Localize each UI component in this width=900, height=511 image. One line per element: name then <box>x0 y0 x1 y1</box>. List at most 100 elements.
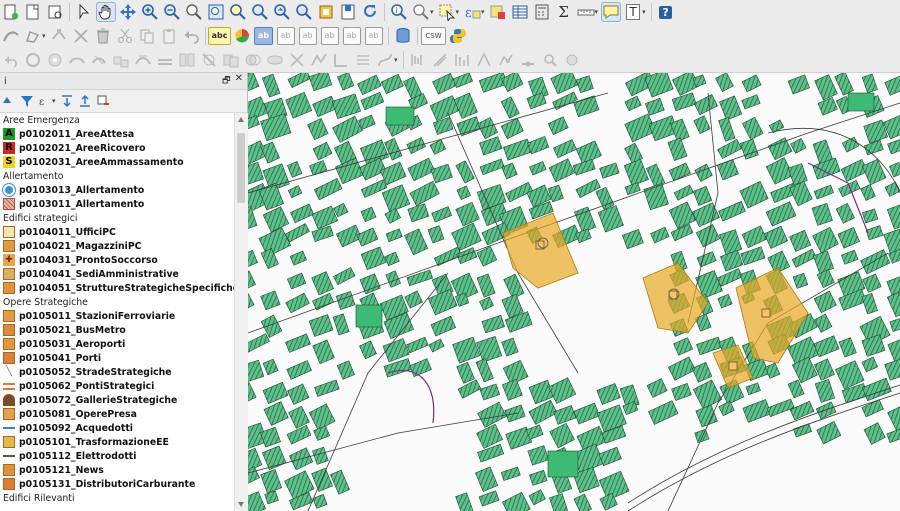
layer-group-item[interactable]: Edifici strategici <box>0 211 234 225</box>
layer-group-item[interactable]: Opere Strategiche <box>0 295 234 309</box>
layer-group-item[interactable]: Edifici Rilevanti <box>0 491 234 505</box>
snap-area-icon[interactable] <box>562 50 582 70</box>
snap-vertex-icon[interactable] <box>496 50 516 70</box>
delete-ring-icon[interactable] <box>89 50 109 70</box>
copy-icon[interactable] <box>137 26 157 46</box>
layer-item[interactable]: p0105092_Acquedotti <box>0 421 234 435</box>
cut-icon[interactable] <box>115 26 135 46</box>
layer-item[interactable]: p0104041_SediAmministrative <box>0 267 234 281</box>
statistics-sigma-icon[interactable]: Σ <box>554 2 574 22</box>
layer-item[interactable]: p0105081_OperePresa <box>0 407 234 421</box>
layer-item[interactable]: ✚ p0104031_ProntoSoccorso <box>0 253 234 267</box>
align-center-icon[interactable] <box>430 50 450 70</box>
snap-intersection-icon[interactable] <box>540 50 560 70</box>
float-panel-icon[interactable]: 🗗 <box>222 73 230 89</box>
layer-item[interactable]: p0104011_UfficiPC <box>0 225 234 239</box>
layer-item[interactable]: p0105112_Elettrodotti <box>0 449 234 463</box>
map-tips-icon[interactable] <box>316 2 336 22</box>
new-bookmark-icon[interactable] <box>338 2 358 22</box>
layer-item[interactable]: p0105041_Porti <box>0 351 234 365</box>
offset-curve-icon[interactable] <box>155 50 175 70</box>
layer-group-item[interactable]: Allertamento <box>0 169 234 183</box>
dropdown-arrow-icon[interactable]: ▾ <box>642 8 646 16</box>
select-by-expression-icon[interactable]: ε <box>462 2 482 22</box>
layer-item[interactable]: p0105101_TrasformazioneEE <box>0 435 234 449</box>
layer-item[interactable]: p0104051_StruttureStrategicheSpecifiche <box>0 281 234 295</box>
layer-item[interactable]: Ap0102011_AreeAttesa <box>0 127 234 141</box>
reshape-icon[interactable] <box>133 50 153 70</box>
layer-group-item[interactable]: Aree Emergenza <box>0 113 234 127</box>
align-top-icon[interactable] <box>474 50 494 70</box>
csw-icon[interactable]: CSW <box>421 26 446 46</box>
scrollbar-thumb[interactable] <box>237 133 245 203</box>
refresh-icon[interactable] <box>360 2 380 22</box>
layer-item[interactable]: p0105031_Aeroporti <box>0 337 234 351</box>
rotate-feature-icon[interactable] <box>287 50 307 70</box>
print-layout-icon[interactable] <box>45 2 65 22</box>
undo-icon[interactable] <box>181 26 201 46</box>
simplify-icon[interactable] <box>309 50 329 70</box>
zoom-native-icon[interactable] <box>184 2 204 22</box>
layer-item[interactable]: p0105121_News <box>0 463 234 477</box>
offset-point-icon[interactable] <box>331 50 351 70</box>
layer-item[interactable]: p0105072_GallerieStrategiche <box>0 393 234 407</box>
add-part-icon[interactable] <box>45 50 65 70</box>
field-calculator-icon[interactable] <box>532 2 552 22</box>
layer-item[interactable]: ╲ p0105052_StradeStrategiche <box>0 365 234 379</box>
zoom-next-icon[interactable] <box>294 2 314 22</box>
dropdown-arrow-icon[interactable]: ▾ <box>52 97 56 105</box>
delete-part-icon[interactable] <box>111 50 131 70</box>
collapse-all-icon[interactable] <box>77 93 93 109</box>
delete-selected-icon[interactable] <box>93 26 113 46</box>
db-manager-icon[interactable] <box>393 26 413 46</box>
dropdown-arrow-icon[interactable]: ▾ <box>430 8 434 16</box>
select-features-icon[interactable] <box>437 2 457 22</box>
snap-segment-icon[interactable] <box>518 50 538 70</box>
add-ring-icon[interactable] <box>23 50 43 70</box>
layer-item[interactable]: p0104021_MagazziniPC <box>0 239 234 253</box>
new-project-icon[interactable] <box>1 2 21 22</box>
label-pin-icon[interactable]: ab <box>253 26 274 46</box>
filter-expression-icon[interactable]: ε <box>37 93 53 109</box>
dropdown-arrow-icon[interactable]: ▾ <box>42 32 46 40</box>
trim-extend-icon[interactable] <box>353 50 373 70</box>
select-arrow-icon[interactable] <box>74 2 94 22</box>
measure-line-icon[interactable] <box>576 2 596 22</box>
layer-item[interactable]: Sp0102031_AreeAmmassamento <box>0 155 234 169</box>
layer-item[interactable]: p0105011_StazioniFerroviarie <box>0 309 234 323</box>
pan-hand-icon[interactable] <box>96 2 116 22</box>
label-change-icon[interactable]: ab <box>342 26 362 46</box>
close-panel-icon[interactable]: ✕ <box>235 73 243 89</box>
expand-all-icon[interactable] <box>59 93 75 109</box>
paste-icon[interactable] <box>159 26 179 46</box>
spline-icon[interactable] <box>375 50 395 70</box>
zoom-last-icon[interactable] <box>272 2 292 22</box>
layer-item[interactable]: p0103011_Allertamento <box>0 197 234 211</box>
dropdown-arrow-icon[interactable]: ▾ <box>456 8 460 16</box>
zoom-selection-icon[interactable] <box>228 2 248 22</box>
zoom-out-icon[interactable] <box>162 2 182 22</box>
diagram-icon[interactable] <box>232 26 252 46</box>
dropdown-arrow-icon[interactable]: ▾ <box>595 8 599 16</box>
attribute-table-icon[interactable] <box>510 2 530 22</box>
python-console-icon[interactable] <box>448 26 468 46</box>
layer-item[interactable]: p0105021_BusMetro <box>0 323 234 337</box>
rotate-symbols-icon[interactable] <box>265 50 285 70</box>
pan-to-selection-icon[interactable] <box>118 2 138 22</box>
layer-item[interactable]: p0105062_PontiStrategici <box>0 379 234 393</box>
layer-item[interactable]: Rp0102021_AreeRicovero <box>0 141 234 155</box>
help-icon[interactable]: ? <box>656 2 676 22</box>
filter-legend-icon[interactable] <box>19 93 35 109</box>
layer-style-icon[interactable] <box>1 93 17 109</box>
vertex-tool-icon[interactable] <box>49 26 69 46</box>
layer-item[interactable]: p0105131_DistributoriCarburante <box>0 477 234 491</box>
map-tips-toggle-icon[interactable] <box>601 2 622 22</box>
move-feature-icon[interactable] <box>71 26 91 46</box>
dropdown-arrow-icon[interactable]: ▾ <box>481 8 485 16</box>
add-feature-icon[interactable] <box>23 26 43 46</box>
label-rotate-icon[interactable]: ab <box>320 26 340 46</box>
label-properties-icon[interactable]: ab <box>364 26 384 46</box>
merge-attributes-icon[interactable] <box>243 50 263 70</box>
merge-features-icon[interactable] <box>221 50 241 70</box>
zoom-layer-icon[interactable] <box>250 2 270 22</box>
